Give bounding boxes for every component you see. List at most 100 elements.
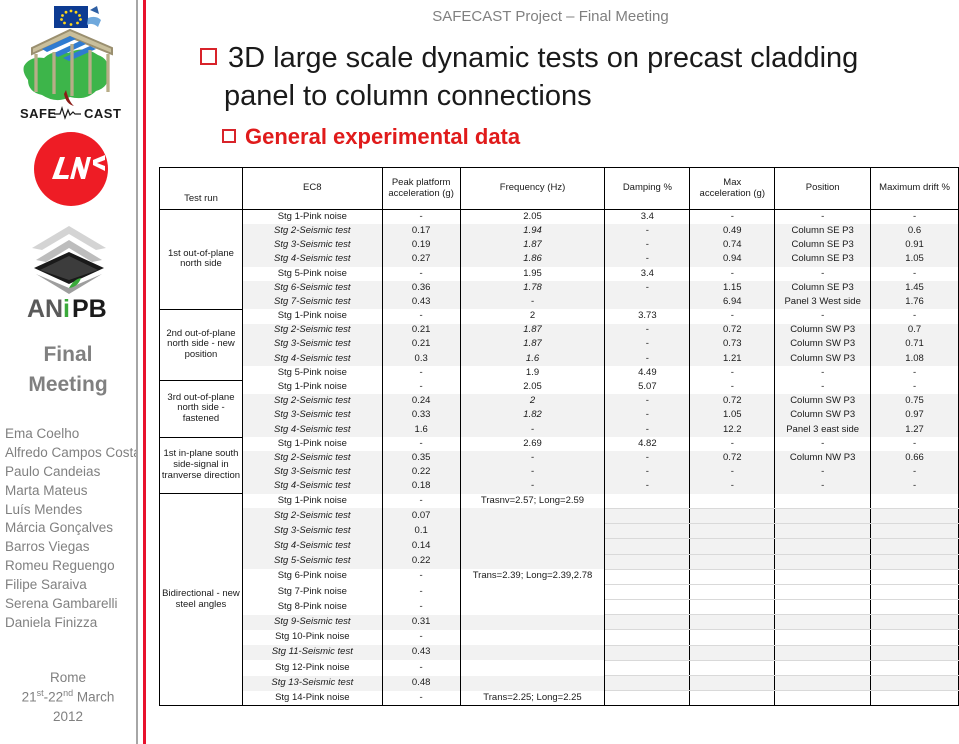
test-run-group-label: 2nd out-of-plane north side - new positi…: [159, 308, 243, 381]
table-row: Stg 7-Pink noise -: [160, 584, 959, 601]
cell-max-drift: [870, 690, 959, 707]
cell-peak-accel: -: [381, 266, 461, 281]
author-list: Ema Coelho Alfredo Campos Costa Paulo Cand…: [5, 425, 141, 633]
cell-max-accel: -: [689, 266, 776, 281]
cell-frequency: 2: [459, 394, 606, 409]
svg-text:SAFE: SAFE: [20, 106, 57, 121]
cell-peak-accel: 0.21: [381, 323, 461, 338]
cell-ec8: Stg 1-Pink noise: [241, 309, 383, 324]
cell-peak-accel: -: [381, 660, 461, 676]
cell-max-accel: 0.72: [689, 451, 776, 466]
cell-damping: -: [604, 337, 691, 352]
author-name: Romeu Reguengo: [5, 558, 115, 574]
cell-ec8: Stg 13-Seismic test: [241, 675, 383, 691]
cell-peak-accel: 0.36: [381, 280, 461, 296]
cell-frequency: [459, 675, 606, 691]
cell-max-accel: 1.05: [689, 408, 776, 423]
svg-text:i: i: [63, 295, 70, 322]
cell-max-drift: [870, 554, 959, 570]
event-year: 2012: [52, 708, 84, 724]
cell-peak-accel: 0.31: [381, 614, 461, 630]
cell-position: [774, 629, 872, 646]
table-row: Stg 11-Seismic test 0.43: [160, 645, 959, 661]
cell-position: [774, 660, 872, 677]
cell-ec8: Stg 9-Seismic test: [241, 614, 383, 630]
event-dates: 21st-22nd March: [21, 688, 115, 705]
cell-frequency: 2.69: [459, 437, 606, 452]
cell-peak-accel: -: [381, 366, 461, 381]
cell-frequency: 1.87: [459, 238, 606, 253]
cell-max-drift: -: [870, 380, 959, 395]
cell-position: Panel 3 West side: [774, 295, 872, 310]
cell-peak-accel: 0.48: [381, 675, 461, 691]
event-location-date: Rome 21st-22nd March 2012: [0, 668, 136, 726]
table-row: Stg 2-Seismic test 0.17 1.94-0.49 Column SE…: [160, 224, 959, 239]
cell-position: Column SW P3: [774, 408, 872, 423]
author-name: Marta Mateus: [5, 482, 88, 498]
cell-frequency: 2.05: [459, 209, 606, 225]
cell-damping: -: [604, 451, 691, 466]
cell-max-accel: 0.72: [689, 394, 776, 409]
cell-position: -: [774, 366, 872, 381]
cell-peak-accel: 0.19: [381, 238, 461, 253]
cell-max-accel: [689, 675, 776, 692]
cell-frequency: -: [459, 295, 606, 310]
table-row: Stg 2-Seismic test 0.07: [160, 508, 959, 525]
cell-max-accel: [689, 508, 776, 525]
experimental-data-table: Test run EC8 Peak platform acceleration (…: [159, 167, 959, 707]
author-name: Barros Viegas: [5, 539, 90, 555]
cell-ec8: Stg 10-Pink noise: [241, 629, 383, 646]
cell-damping: 3.73: [604, 309, 691, 324]
cell-max-drift: [870, 523, 959, 540]
cell-max-accel: 0.72: [689, 323, 776, 338]
cell-max-accel: -: [689, 366, 776, 381]
cell-max-drift: 1.05: [870, 252, 959, 267]
page-title-line2: panel to column connections: [224, 79, 592, 112]
cell-damping: -: [604, 323, 691, 338]
cell-position: Column SE P3: [774, 224, 872, 239]
cell-max-accel: [689, 614, 776, 631]
cell-ec8: Stg 12-Pink noise: [241, 660, 383, 676]
cell-ec8: Stg 3-Seismic test: [241, 408, 383, 423]
cell-max-drift: [870, 614, 959, 631]
table-row: Stg 7-Seismic test 0.43- 6.94 Panel 3 West …: [160, 295, 959, 310]
page-title: 3D large scale dynamic tests on precast …: [200, 40, 952, 115]
cell-max-drift: [870, 645, 959, 661]
cell-damping: -: [604, 224, 691, 239]
test-run-group-label: 1st in-plane south side-signal in tranve…: [159, 436, 243, 495]
cell-max-drift: [870, 675, 959, 692]
cell-peak-accel: 0.33: [381, 408, 461, 423]
cell-ec8: Stg 2-Seismic test: [241, 224, 383, 239]
cell-position: [774, 675, 872, 692]
cell-max-drift: 0.91: [870, 238, 959, 253]
table-row: Stg 2-Seismic test 0.24 2-0.72 Column SW P3…: [160, 394, 959, 409]
table-row: Stg 4-Seismic test 0.27 1.86-0.94 Column SE…: [160, 252, 959, 267]
sidebar-divider-red: [143, 0, 146, 744]
cell-max-accel: [689, 554, 776, 570]
cell-max-drift: -: [870, 437, 959, 452]
cell-ec8: Stg 7-Seismic test: [241, 295, 383, 310]
cell-frequency: 1.94: [459, 224, 606, 239]
col-header-max-drift: Maximum drift %: [870, 167, 959, 210]
cell-ec8: Stg 7-Pink noise: [241, 584, 383, 600]
cell-max-accel: -: [689, 209, 776, 225]
cell-max-accel: 0.49: [689, 224, 776, 239]
table-row: Stg 3-Seismic test 0.22- - - - -: [160, 465, 959, 480]
cell-damping: 3.4: [604, 266, 691, 281]
cell-frequency: 1.9: [459, 366, 606, 381]
cell-ec8: Stg 4-Seismic test: [241, 538, 383, 554]
sidebar-divider-white: [138, 0, 142, 744]
cell-frequency: [459, 538, 606, 554]
svg-text:CAST: CAST: [84, 106, 121, 121]
cell-max-drift: 1.76: [870, 295, 959, 310]
sidebar: SAFE CAST AN i PB Final Meeting Ema Coel…: [0, 0, 141, 744]
cell-position: [774, 645, 872, 661]
cell-frequency: Trans=2.39; Long=2.39,2.78: [459, 569, 606, 585]
cell-ec8: Stg 3-Seismic test: [241, 465, 383, 480]
cell-max-drift: 1.27: [870, 422, 959, 437]
table-row: Stg 4-Seismic test 0.18- - - - -: [160, 479, 959, 494]
cell-peak-accel: -: [381, 493, 461, 509]
cell-frequency: -: [459, 479, 606, 494]
col-header-ec8: EC8: [241, 167, 383, 210]
cell-damping: [604, 629, 691, 646]
